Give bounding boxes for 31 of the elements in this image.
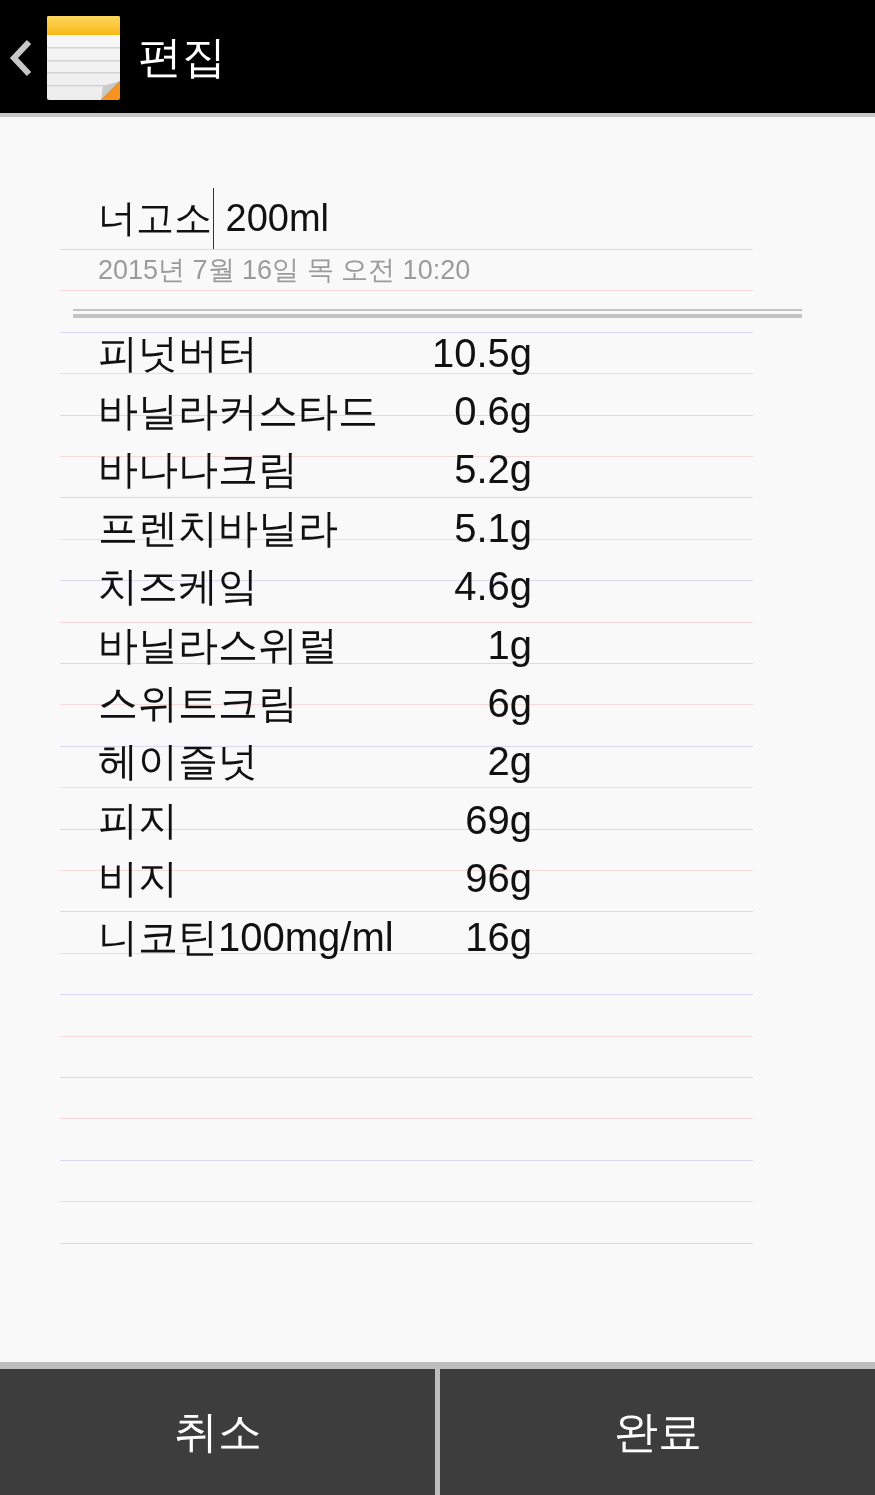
item-name: 스위트크림: [98, 680, 298, 728]
item-amount: 69g: [465, 797, 532, 843]
item-amount: 96g: [465, 856, 532, 902]
item-amount: 2g: [487, 739, 532, 785]
item-name: 피넛버터: [98, 329, 258, 377]
item-name: 피지: [98, 796, 178, 844]
item-amount: 10.5g: [431, 330, 532, 376]
item-amount: 16g: [465, 914, 532, 960]
item-name: 바나나크림: [98, 446, 298, 494]
chevron-left-icon: [9, 38, 33, 77]
item-name: 치즈케잌: [98, 563, 258, 611]
item-amount: 0.6g: [454, 389, 532, 435]
item-name: 비지: [98, 855, 178, 903]
item-amount: 5.1g: [454, 505, 532, 551]
title-input-field[interactable]: 너고소 200ml: [98, 188, 330, 249]
back-button[interactable]: [8, 37, 34, 78]
item-amount: 4.6g: [454, 564, 532, 610]
item-name: 헤이즐넛: [98, 738, 258, 786]
header-title: 편집: [138, 31, 226, 84]
item-amount: 6g: [487, 681, 532, 727]
item-name: 바닐라커스타드: [98, 388, 378, 436]
item-amount: 1g: [487, 622, 532, 668]
item-amount: 5.2g: [454, 447, 532, 493]
done-button[interactable]: 완료: [440, 1369, 875, 1495]
item-name: 프렌치바닐라: [98, 504, 338, 552]
item-name: 니코틴100mg/ml: [98, 913, 394, 961]
note-date: 2015년 7월 16일 목 오전 10:20: [98, 254, 471, 287]
text-cursor-icon: [213, 188, 214, 249]
notepad-icon: [47, 15, 120, 100]
cancel-button[interactable]: 취소: [0, 1369, 435, 1495]
item-name: 바닐라스위럴: [98, 621, 338, 669]
